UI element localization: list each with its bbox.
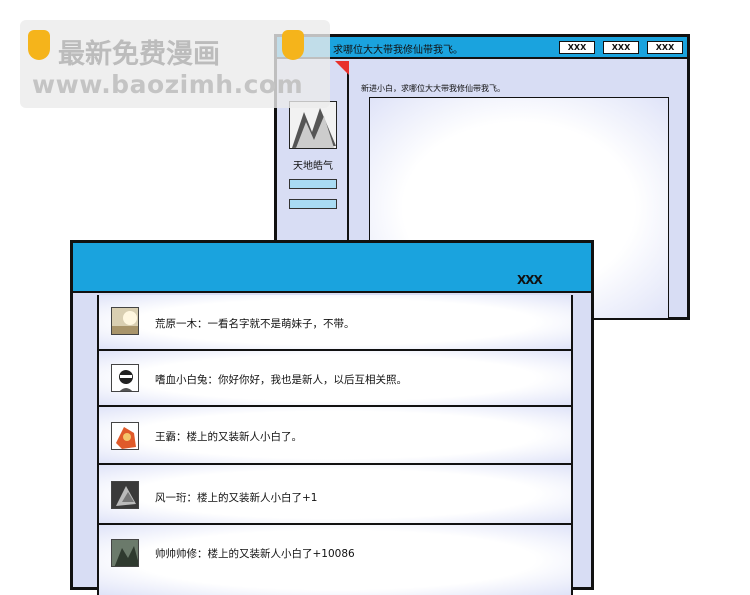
pointing-hand-icon xyxy=(28,30,50,60)
titlebar-button-3[interactable]: XXX xyxy=(647,41,683,54)
thread-title: 新进小白，求哪位大大带我修仙带我飞。 xyxy=(361,84,505,93)
back-window-title: 求哪位大大带我修仙带我飞。 xyxy=(333,45,463,56)
close-button[interactable]: XXX xyxy=(517,273,543,287)
pointing-hand-icon xyxy=(282,30,304,60)
titlebar-button-1[interactable]: XXX xyxy=(559,41,595,54)
avatar[interactable] xyxy=(111,364,139,392)
sidebar-button-1[interactable] xyxy=(289,179,337,189)
list-item: 风一珩：楼上的又装新人小白了+1 xyxy=(99,465,571,525)
avatar-image xyxy=(112,308,138,334)
avatar-image xyxy=(112,540,138,566)
avatar[interactable] xyxy=(289,101,337,149)
avatar[interactable] xyxy=(111,307,139,335)
reply-list: 荒原一木：一看名字就不是萌妹子，不带。 嗜血小白兔：你好你好，我也是新人，以后互… xyxy=(97,295,573,595)
avatar[interactable] xyxy=(111,539,139,567)
front-chat-window: XXX 荒原一木：一看名字就不是萌妹子，不带。 嗜血小白兔：你好你好，我也是新人… xyxy=(70,240,594,595)
sidebar-button-2[interactable] xyxy=(289,199,337,209)
avatar-image xyxy=(112,365,138,391)
sidebar-username: 天地皓气 xyxy=(293,161,333,172)
avatar-image xyxy=(112,482,138,508)
titlebar-button-2[interactable]: XXX xyxy=(603,41,639,54)
post-text: 嗜血小白兔：你好你好，我也是新人，以后互相关照。 xyxy=(155,374,407,386)
red-corner-flag xyxy=(335,61,349,75)
avatar-image xyxy=(112,423,138,449)
watermark: 最新免费漫画 www.baozimh.com xyxy=(20,20,330,108)
avatar[interactable] xyxy=(111,422,139,450)
avatar-image xyxy=(290,102,336,148)
post-text: 王霸：楼上的又装新人小白了。 xyxy=(155,431,302,443)
list-item: 王霸：楼上的又装新人小白了。 xyxy=(99,407,571,465)
post-text: 风一珩：楼上的又装新人小白了+1 xyxy=(155,492,318,504)
front-window-titlebar: XXX xyxy=(73,243,591,293)
watermark-url: www.baozimh.com xyxy=(32,70,304,99)
list-item: 帅帅帅修：楼上的又装新人小白了+10086 xyxy=(99,525,571,595)
watermark-title: 最新免费漫画 xyxy=(58,39,220,70)
list-item: 荒原一木：一看名字就不是萌妹子，不带。 xyxy=(99,295,571,351)
post-text: 帅帅帅修：楼上的又装新人小白了+10086 xyxy=(155,548,355,560)
back-window-titlebar: 求哪位大大带我修仙带我飞。 XXX XXX XXX xyxy=(277,37,687,59)
post-text: 荒原一木：一看名字就不是萌妹子，不带。 xyxy=(155,318,355,330)
avatar[interactable] xyxy=(111,481,139,509)
list-item: 嗜血小白兔：你好你好，我也是新人，以后互相关照。 xyxy=(99,351,571,407)
